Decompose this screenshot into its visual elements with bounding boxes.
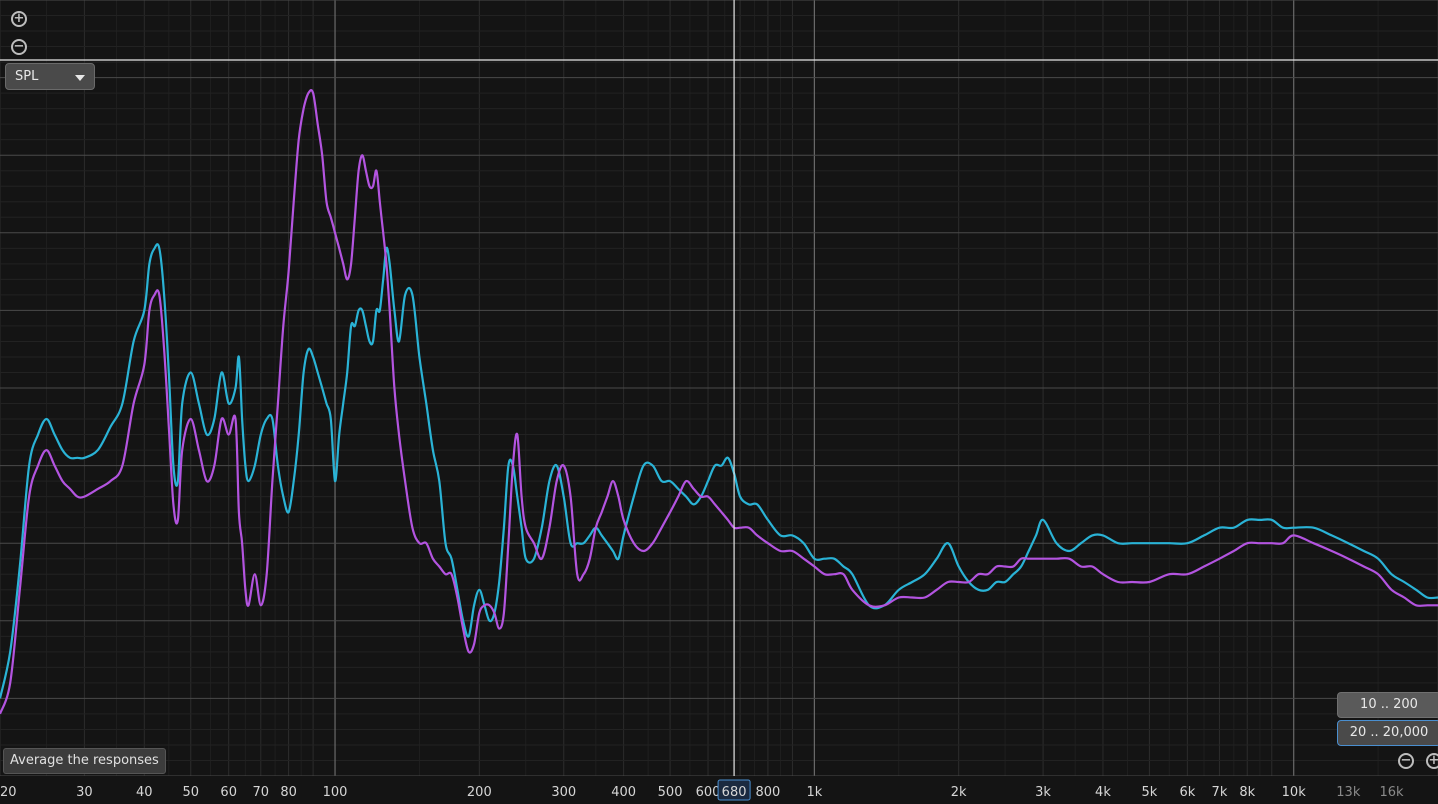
x-tick-label: 8k [1239, 785, 1255, 800]
measure-select[interactable]: SPL [5, 63, 95, 90]
x-tick-label: 13k [1336, 785, 1361, 800]
x-tick-label: 7k [1212, 785, 1228, 800]
chevron-down-icon [75, 75, 85, 81]
x-tick-label: 50 [182, 785, 199, 800]
x-tick-label: 600 [696, 785, 721, 800]
x-tick-label: 4k [1095, 785, 1111, 800]
x-tick-label: 500 [658, 785, 683, 800]
horizontal-zoom-out-icon[interactable]: − [1398, 753, 1414, 769]
cursor-label: 680 [717, 779, 751, 801]
x-tick-label: 5k [1142, 785, 1158, 800]
cursor-frequency-value: 680 [722, 785, 747, 800]
x-tick-label: 16k [1380, 785, 1405, 800]
range-preset-10-200-button[interactable]: 10 .. 200 [1337, 692, 1438, 718]
x-tick-label: 80 [280, 785, 297, 800]
x-tick-label: 100 [323, 785, 348, 800]
x-tick-label: 10k [1282, 785, 1307, 800]
x-tick-label: 30 [76, 785, 93, 800]
frequency-response-chart[interactable]: 20 30 40 50 60 70 80 100 200 300 400 500 600 800 1k 2k 3… [0, 0, 1438, 804]
x-tick-label: 60 [220, 785, 237, 800]
x-tick-label: 800 [756, 785, 781, 800]
x-tick-label: 200 [467, 785, 492, 800]
zoom-in-icon[interactable]: + [11, 11, 27, 27]
horizontal-zoom-in-icon[interactable]: + [1426, 753, 1438, 769]
plot-background [0, 0, 1438, 804]
x-tick-label: 300 [551, 785, 576, 800]
zoom-out-icon[interactable]: − [11, 39, 27, 55]
range-preset-20-20000-button[interactable]: 20 .. 20,000 [1337, 720, 1438, 746]
x-tick-label: 3k [1035, 785, 1051, 800]
x-tick-label: 40 [136, 785, 153, 800]
measure-select-value: SPL [15, 69, 39, 84]
average-responses-button[interactable]: Average the responses [3, 748, 166, 774]
x-tick-label: 1k [806, 785, 822, 800]
x-tick-label: 2k [951, 785, 967, 800]
x-tick-label: 20 [0, 785, 17, 800]
x-tick-label: 400 [611, 785, 636, 800]
x-tick-label: 70 [253, 785, 270, 800]
x-tick-label: 6k [1179, 785, 1195, 800]
